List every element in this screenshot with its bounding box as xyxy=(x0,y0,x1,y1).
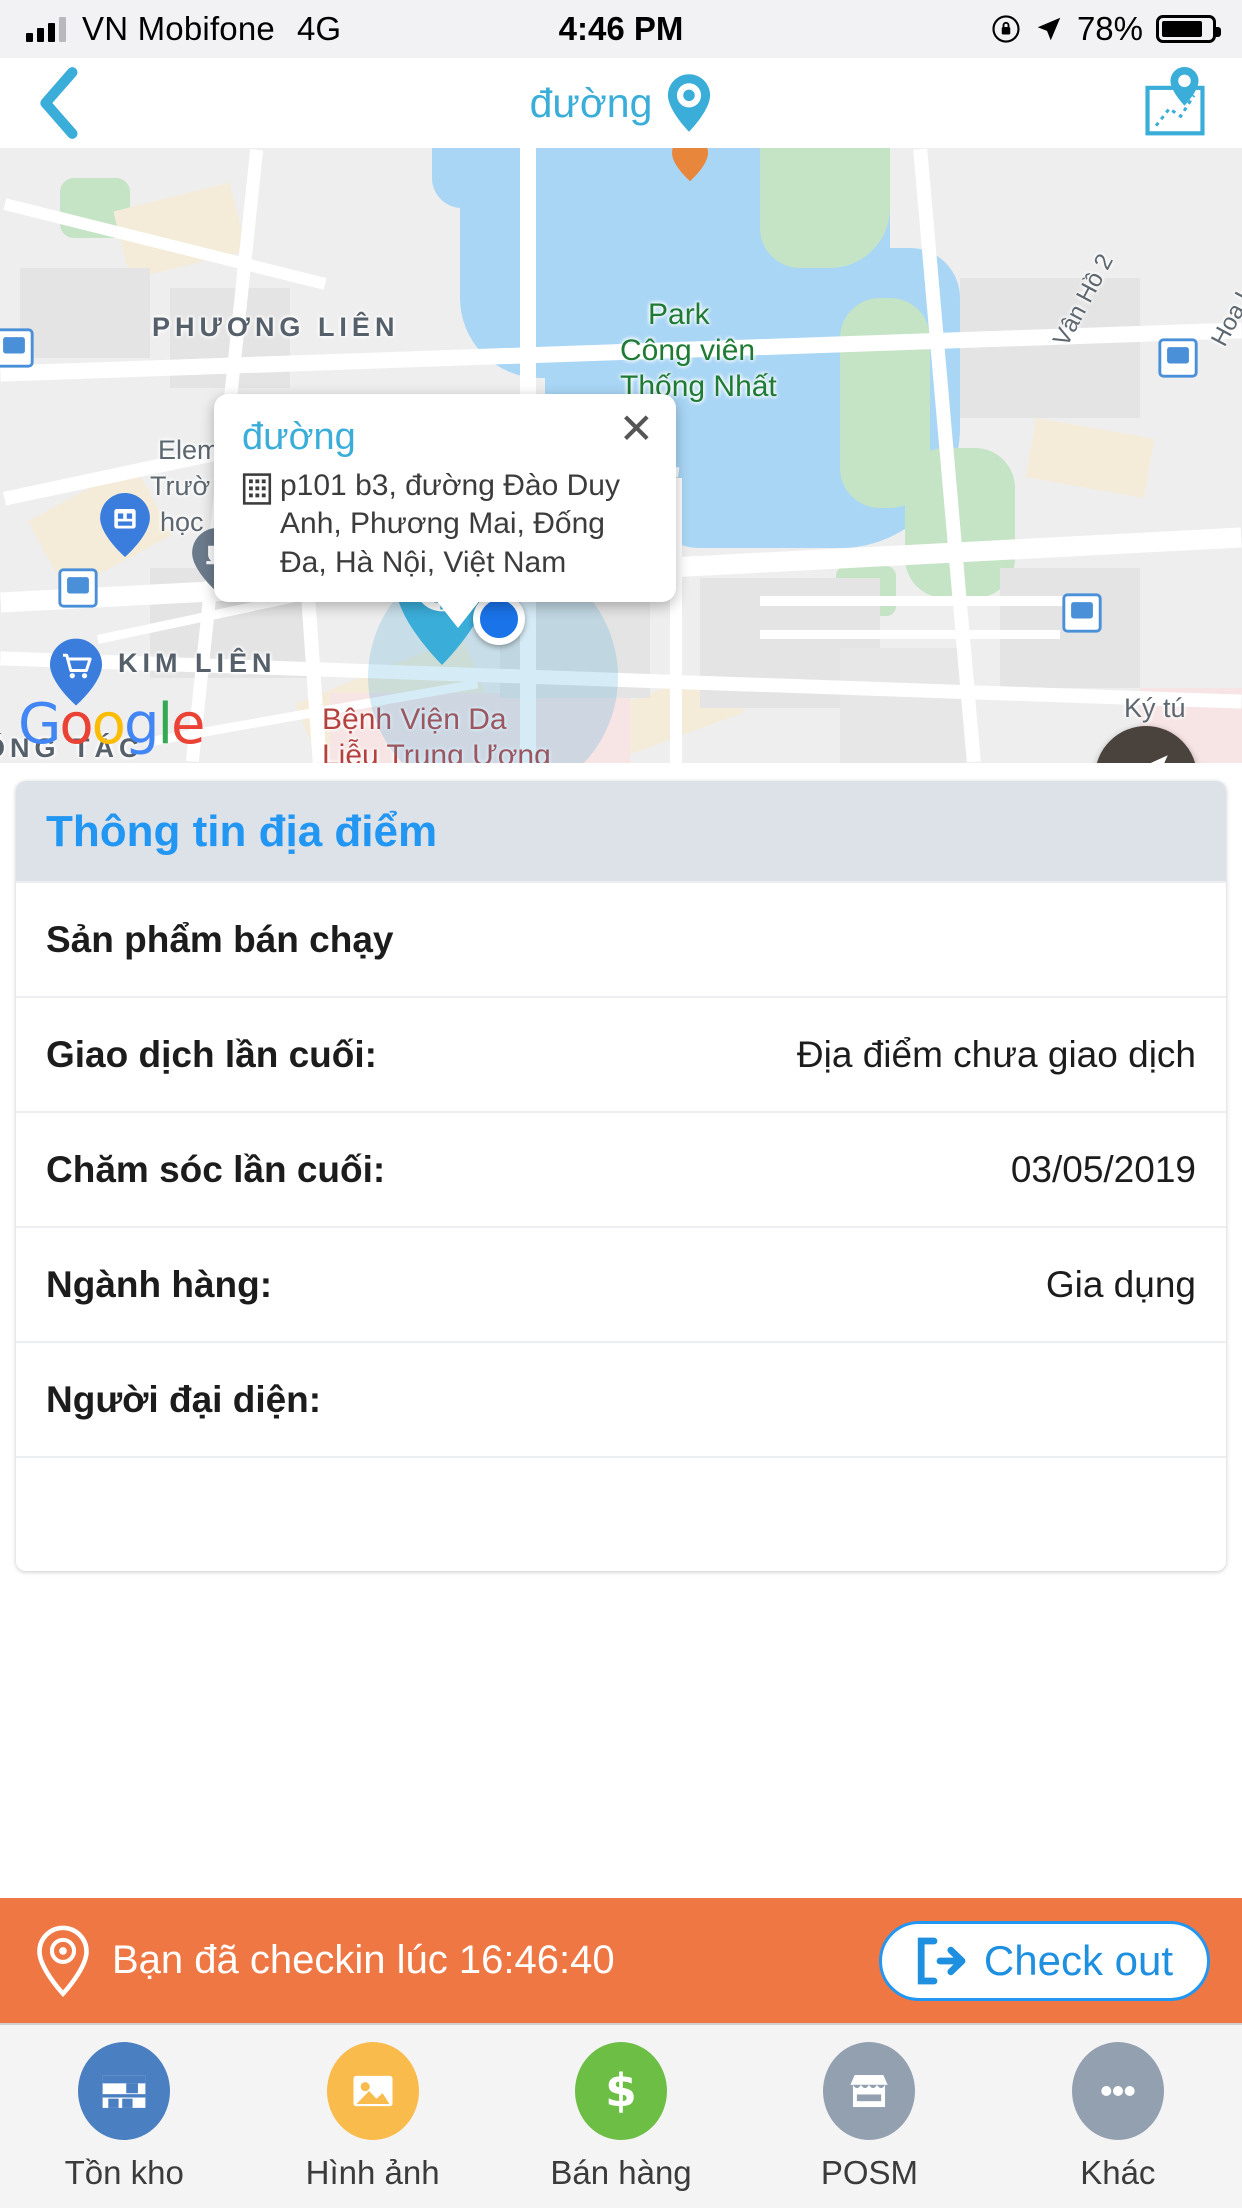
checkin-text: Bạn đã checkin lúc 16:46:40 xyxy=(112,1938,615,1982)
bank-icon xyxy=(100,493,150,557)
map-label-district: PHƯƠNG LIÊN xyxy=(152,312,400,342)
map-label-truong: Trườ xyxy=(150,471,211,501)
row-label: Chăm sóc lần cuối: xyxy=(46,1148,386,1190)
table-row[interactable]: Giao dịch lần cuối: Địa điểm chưa giao d… xyxy=(16,996,1226,1111)
bus-marker-2[interactable] xyxy=(58,568,102,626)
status-bar: VN Mobifone 4G 4:46 PM 78% xyxy=(0,0,1242,58)
tab-label: Tồn kho xyxy=(64,2153,184,2191)
bank-marker[interactable] xyxy=(100,493,150,557)
check-out-label: Check out xyxy=(983,1936,1173,1984)
table-row-partial[interactable] xyxy=(16,1456,1226,1571)
logout-icon xyxy=(917,1937,966,1984)
back-button[interactable] xyxy=(34,66,104,140)
dollar-icon: $ xyxy=(575,2041,668,2140)
map-view-button[interactable] xyxy=(1142,67,1208,139)
map-label-elem: Elem xyxy=(158,435,220,465)
carrier-label: VN Mobifone xyxy=(82,10,275,47)
popup-address-text: p101 b3, đường Đào Duy Anh, Phương Mai, … xyxy=(280,469,620,579)
bus-icon xyxy=(1062,593,1102,633)
status-bar-left: VN Mobifone 4G xyxy=(26,10,341,48)
checkin-bar: Bạn đã checkin lúc 16:46:40 Check out xyxy=(0,1898,1242,2023)
popup-title: đường xyxy=(242,416,356,458)
tab-ton-kho[interactable]: Tồn kho xyxy=(0,2041,248,2192)
tab-label: Bán hàng xyxy=(550,2153,692,2191)
nav-bar: đường xyxy=(0,58,1242,148)
map-pin-icon xyxy=(668,74,711,132)
map-label-park: Park xyxy=(648,298,710,331)
ellipsis-icon xyxy=(1071,2041,1164,2140)
warehouse-icon xyxy=(78,2041,171,2140)
row-label: Ngành hàng: xyxy=(46,1263,273,1305)
row-value: 03/05/2019 xyxy=(1010,1148,1196,1190)
building-icon xyxy=(242,473,272,515)
checkin-status: Bạn đã checkin lúc 16:46:40 xyxy=(34,1925,615,1997)
table-row[interactable]: Sản phẩm bán chạy xyxy=(16,881,1226,996)
small-orange-marker[interactable] xyxy=(672,148,716,192)
close-icon[interactable]: ✕ xyxy=(619,408,654,450)
popup-address-row: p101 b3, đường Đào Duy Anh, Phương Mai, … xyxy=(242,467,652,582)
map-info-popup[interactable]: ✕ đường p101 b3, đường Đào Duy Anh, Phươ… xyxy=(214,394,676,629)
panel-header: Thông tin địa điểm xyxy=(16,781,1226,881)
tab-posm[interactable]: POSM xyxy=(745,2041,993,2192)
row-value: Gia dụng xyxy=(1045,1263,1196,1305)
tab-label: Khác xyxy=(1080,2153,1156,2191)
check-out-button[interactable]: Check out xyxy=(878,1920,1210,2001)
chevron-left-icon xyxy=(40,67,78,139)
row-value: Địa điểm chưa giao dịch xyxy=(796,1033,1196,1075)
bus-marker-3[interactable] xyxy=(1062,593,1106,651)
tab-label: Hình ảnh xyxy=(305,2153,440,2191)
bus-icon xyxy=(1158,338,1198,378)
tab-hinh-anh[interactable]: Hình ảnh xyxy=(248,2041,496,2192)
shopping-marker[interactable] xyxy=(50,638,102,706)
tab-label: POSM xyxy=(820,2153,919,2191)
bus-marker-left[interactable] xyxy=(0,328,38,386)
bus-icon xyxy=(0,328,34,368)
bottom-tab-bar: Tồn kho Hình ảnh $ Bán hàng POSM Khác xyxy=(0,2023,1242,2208)
info-panel-area[interactable]: Thông tin địa điểm Sản phẩm bán chạy Gia… xyxy=(0,763,1242,1850)
navigation-arrow-icon xyxy=(1150,755,1168,763)
tab-khac[interactable]: Khác xyxy=(994,2041,1242,2192)
tab-ban-hang[interactable]: $ Bán hàng xyxy=(497,2041,745,2192)
map-label-park-vn1: Công viên xyxy=(620,334,756,367)
poi-pin-icon xyxy=(672,148,708,182)
row-label: Giao dịch lần cuối: xyxy=(46,1033,377,1075)
map-view[interactable]: PHƯƠNG LIÊN Park Công viên Thống Nhất KI… xyxy=(0,148,1242,763)
place-info-panel: Thông tin địa điểm Sản phẩm bán chạy Gia… xyxy=(16,781,1226,1571)
page-title: đường xyxy=(529,79,653,126)
image-icon xyxy=(326,2041,419,2140)
network-type-label: 4G xyxy=(296,10,341,47)
location-arrow-icon xyxy=(1034,14,1064,44)
table-row[interactable]: Người đại diện: xyxy=(16,1341,1226,1456)
map-route-icon xyxy=(1145,67,1205,136)
table-row[interactable]: Chăm sóc lần cuối: 03/05/2019 xyxy=(16,1111,1226,1226)
map-label-ky-tuc: Ký tú xyxy=(1124,693,1186,723)
map-label-kim-lien: KIM LIÊN xyxy=(118,648,277,678)
signal-bars-icon xyxy=(26,16,66,42)
bus-icon xyxy=(58,568,98,608)
rotation-lock-icon xyxy=(991,14,1021,44)
google-attribution: Google xyxy=(18,692,206,757)
row-label: Sản phẩm bán chạy xyxy=(46,918,394,960)
table-row[interactable]: Ngành hàng: Gia dụng xyxy=(16,1226,1226,1341)
battery-icon xyxy=(1156,15,1221,43)
nav-title-group: đường xyxy=(0,58,1242,148)
battery-percent-label: 78% xyxy=(1076,10,1143,47)
status-bar-right: 78% xyxy=(991,10,1221,48)
location-pin-icon xyxy=(37,1925,89,1997)
row-label: Người đại diện: xyxy=(46,1378,322,1420)
panel-header-title: Thông tin địa điểm xyxy=(46,807,438,856)
svg-text:$: $ xyxy=(605,2064,637,2117)
store-icon xyxy=(823,2041,916,2140)
bus-marker-4[interactable] xyxy=(1158,338,1202,396)
